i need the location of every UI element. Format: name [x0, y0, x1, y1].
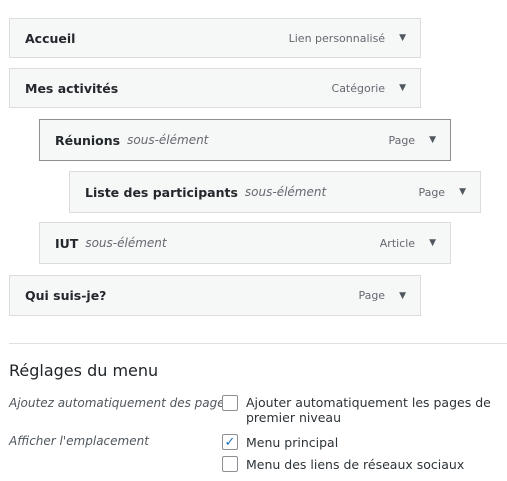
item-type: Catégorie — [331, 81, 386, 95]
location-label: Afficher l'emplacement — [9, 434, 149, 448]
auto-add-label: Ajoutez automatiquement des pages — [9, 396, 231, 410]
location-option-label: Menu principal — [246, 434, 339, 450]
location-option-label: Menu des liens de réseaux sociaux — [246, 456, 465, 472]
auto-add-option-label: Ajouter automatiquement les pages de pre… — [246, 395, 491, 425]
checkmark-icon[interactable]: ✓ — [222, 434, 238, 450]
item-type: Page — [358, 289, 386, 302]
checkbox[interactable] — [222, 456, 238, 472]
item-sub-label: sous-élément — [127, 133, 209, 147]
item-title: IUT — [55, 235, 79, 251]
divider — [9, 343, 507, 344]
menu-item-qui-suis-je[interactable]: Qui suis-je? Page ▼ — [9, 275, 421, 316]
item-type: Article — [379, 236, 416, 250]
chevron-down-icon[interactable]: ▼ — [429, 135, 436, 145]
menu-item-iut[interactable]: IUT sous-élément Article ▼ — [39, 222, 451, 264]
menu-item-reunions[interactable]: Réunions sous-élément Page ▼ — [39, 119, 451, 161]
menu-item-accueil[interactable]: Accueil Lien personnalisé ▼ — [9, 18, 421, 58]
menu-settings-heading: Réglages du menu — [9, 361, 159, 380]
item-title: Mes activités — [25, 80, 119, 96]
location-social-links[interactable]: Menu des liens de réseaux sociaux — [222, 456, 464, 472]
item-title: Accueil — [25, 30, 76, 46]
item-type: Lien personnalisé — [288, 31, 386, 45]
item-type: Page — [388, 133, 416, 147]
checkbox[interactable] — [222, 395, 238, 411]
menu-item-mes-activites[interactable]: Mes activités Catégorie ▼ — [9, 68, 421, 108]
chevron-down-icon[interactable]: ▼ — [399, 291, 406, 301]
item-title: Liste des participants — [85, 184, 238, 200]
chevron-down-icon[interactable]: ▼ — [399, 33, 406, 43]
chevron-down-icon[interactable]: ▼ — [429, 238, 436, 248]
auto-add-checkbox[interactable]: Ajouter automatiquement les pages de pre… — [222, 395, 502, 425]
location-menu-principal[interactable]: ✓ Menu principal — [222, 434, 338, 450]
item-title: Qui suis-je? — [25, 288, 107, 303]
item-title: Réunions — [55, 132, 121, 148]
chevron-down-icon[interactable]: ▼ — [399, 83, 406, 93]
menu-item-liste-participants[interactable]: Liste des participants sous-élément Page… — [69, 171, 481, 213]
item-type: Page — [418, 185, 446, 199]
item-sub-label: sous-élément — [244, 185, 327, 199]
chevron-down-icon[interactable]: ▼ — [459, 187, 466, 197]
item-sub-label: sous-élément — [85, 236, 167, 250]
